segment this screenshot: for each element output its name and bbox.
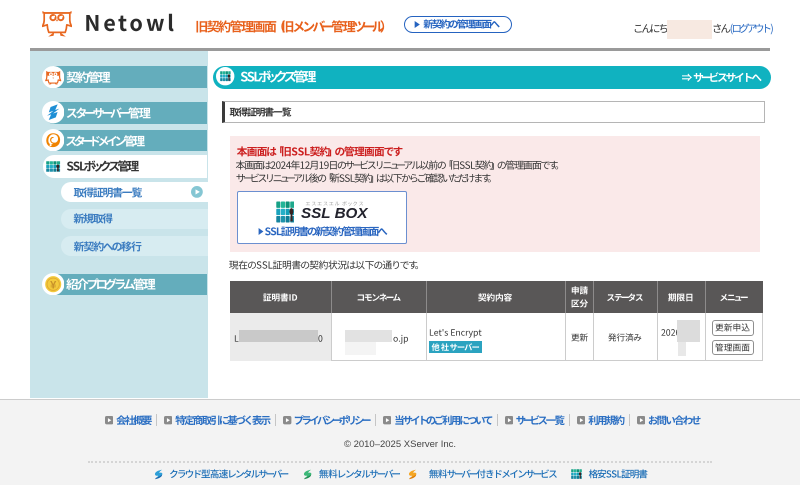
svg-text:¥: ¥ xyxy=(50,279,57,291)
